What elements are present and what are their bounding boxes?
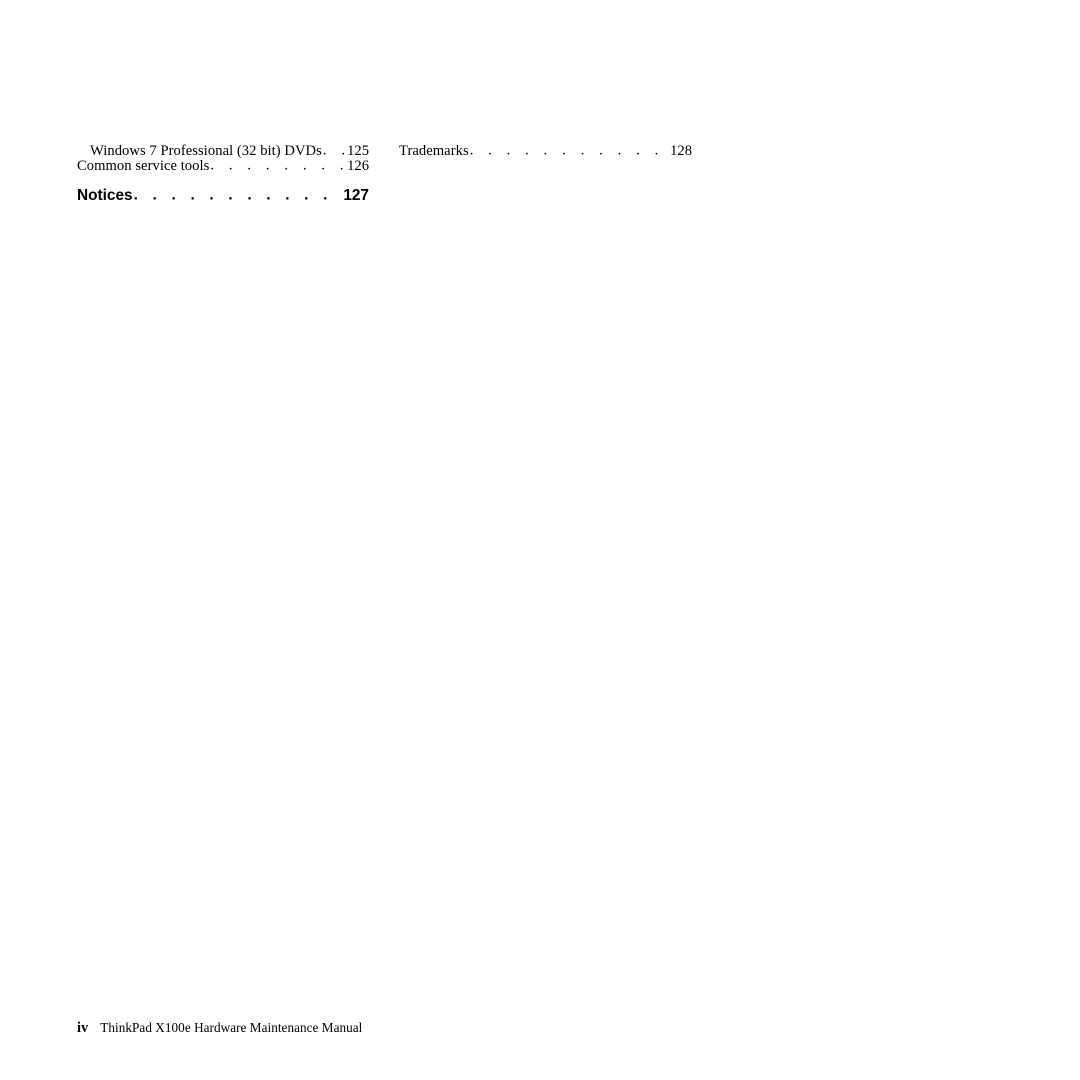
- page-folio-number: iv: [77, 1020, 89, 1036]
- toc-entry[interactable]: Common service tools . . . . . . . . . .…: [77, 157, 369, 176]
- toc-entry-label: Trademarks: [399, 143, 469, 159]
- toc-entry[interactable]: Trademarks . . . . . . . . . . . . . . 1…: [399, 142, 692, 161]
- toc-entry-label: Notices: [77, 187, 133, 204]
- toc-entry-page-number[interactable]: 128: [670, 142, 692, 161]
- toc-entry-heading[interactable]: Notices . . . . . . . . . . . . . . 127: [77, 186, 369, 206]
- footer-document-title: ThinkPad X100e Hardware Maintenance Manu…: [100, 1020, 363, 1035]
- toc-dot-leader: . . . . . . . . . . .: [210, 157, 346, 174]
- document-page: Windows 7 Professional (32 bit) DVDs . .…: [0, 0, 1080, 1080]
- toc-entry-page-number[interactable]: 126: [347, 157, 369, 176]
- toc-dot-leader: . . . . . . . . . . . . . .: [469, 142, 669, 159]
- toc-dot-leader: . . . . . . . . . . . . . .: [133, 186, 343, 204]
- toc-entry-label: Common service tools: [77, 158, 210, 174]
- toc-entry-page-number[interactable]: 127: [343, 186, 369, 206]
- page-footer: iv ThinkPad X100e Hardware Maintenance M…: [77, 1019, 362, 1037]
